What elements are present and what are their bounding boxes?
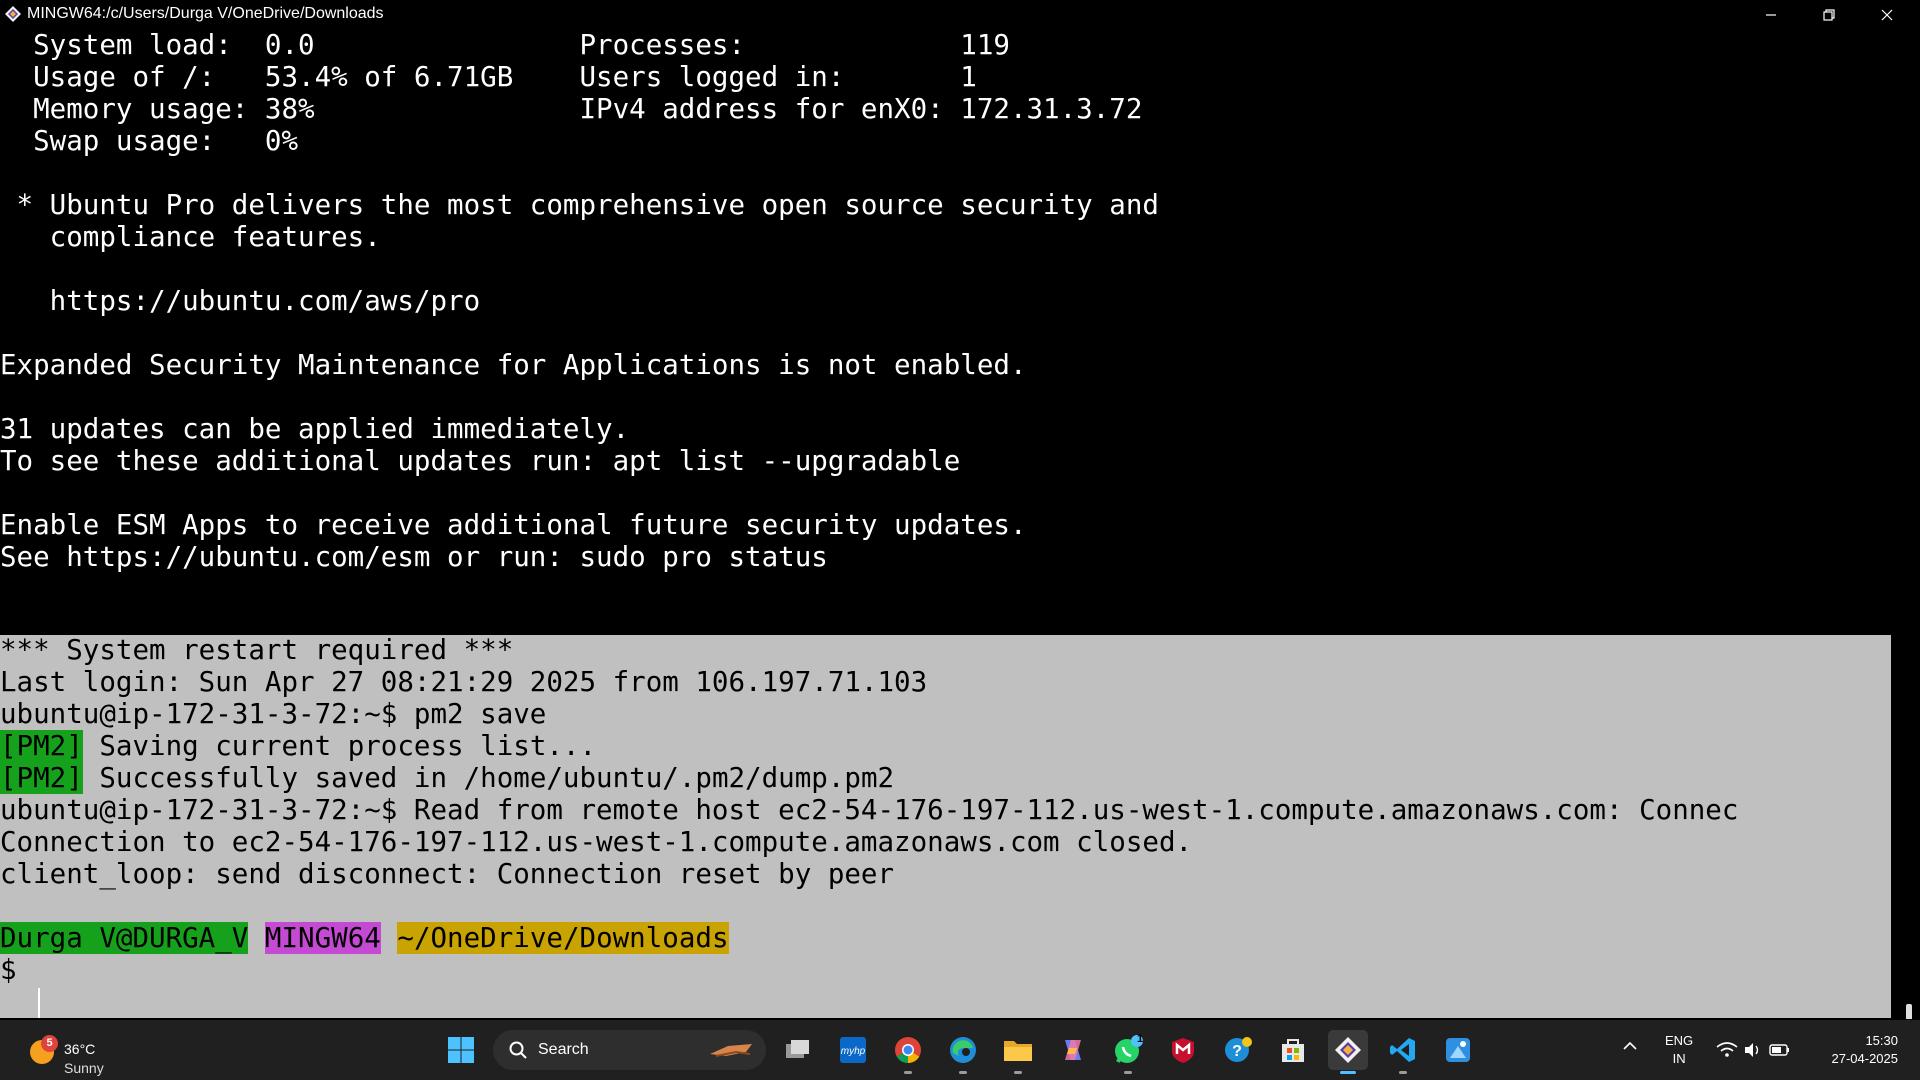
paint-icon [1446,1038,1470,1062]
svg-text:myhp: myhp [841,1046,866,1057]
restore-icon [1823,8,1835,21]
windows-logo-icon [448,1037,474,1063]
edge-icon [950,1037,976,1063]
sysinfo-line: System load: 0.0 Processes: 119 [0,29,1010,61]
taskbar-app-vscode[interactable] [1383,1030,1423,1074]
pm2-tag: [PM2] [0,762,83,794]
shell-prompt-header: Durga V@DURGA_V MINGW64 ~/OneDrive/Downl… [0,922,729,954]
pm2-save-command: ubuntu@ip-172-31-3-72:~$ pm2 save [0,698,547,730]
active-indicator [1340,1071,1356,1074]
prompt-system: MINGW64 [264,922,381,954]
taskbar-app-chrome[interactable] [888,1030,928,1074]
git-bash-icon [5,6,21,22]
task-view-icon [786,1040,809,1058]
taskbar-app-mcafee[interactable] [1163,1030,1203,1070]
start-button[interactable] [441,1030,481,1070]
taskbar: 5 36°C Sunny Search myhp 1 ? ENG IN 15:3… [0,1020,1920,1080]
pm2-tag: [PM2] [0,730,83,762]
close-button[interactable] [1858,0,1916,29]
weather-temperature: 36°C [64,1041,96,1057]
network-volume-battery-icons [1716,1042,1789,1057]
weather-badge: 5 [41,1035,58,1052]
folder-icon [1004,1041,1032,1061]
system-clock[interactable]: 15:30 27-04-2025 [1808,1032,1899,1068]
sysinfo-line: Memory usage: 38% IPv4 address for enX0:… [0,93,1143,125]
text-cursor [38,988,40,1018]
clock-date: 27-04-2025 [1831,1051,1899,1066]
title-bar: MINGW64:/c/Users/Durga V/OneDrive/Downlo… [0,0,1920,29]
whatsapp-badge: 1 [1137,1033,1144,1045]
store-icon [1282,1039,1304,1062]
region-code: IN [1672,1051,1686,1066]
task-view-button[interactable] [778,1030,818,1070]
ubuntu-pro-line: * Ubuntu Pro delivers the most comprehen… [0,189,1159,221]
updates-line: To see these additional updates run: apt… [0,445,961,477]
connection-closed-line: Connection to ec2-54-176-197-112.us-west… [0,826,1193,858]
prompt-symbol: $ [0,954,17,986]
window-title: MINGW64:/c/Users/Durga V/OneDrive/Downlo… [27,5,384,22]
mcafee-shield-icon [1172,1038,1194,1063]
running-indicator [1399,1071,1407,1074]
terminal-area[interactable]: System load: 0.0 Processes: 119 Usage of… [0,29,1920,1019]
minimize-icon [1766,13,1776,16]
esm-apps-line: See https://ubuntu.com/esm or run: sudo … [0,541,828,573]
clock-time: 15:30 [1865,1033,1898,1048]
taskbar-app-paint[interactable] [1438,1030,1478,1070]
language-code: ENG [1665,1033,1694,1048]
pm2-message: Successfully saved in /home/ubuntu/.pm2/… [82,762,895,794]
weather-widget[interactable]: 5 36°C Sunny [24,1029,124,1076]
taskbar-app-git-bash[interactable] [1328,1030,1368,1074]
taskbar-app-hp[interactable]: myhp [833,1030,873,1070]
search-box[interactable]: Search [493,1030,766,1070]
vscode-icon [1390,1038,1415,1062]
prompt-user: Durga V@DURGA_V [0,922,249,954]
last-login-line: Last login: Sun Apr 27 08:21:29 2025 fro… [0,666,928,698]
quick-settings[interactable] [1715,1040,1795,1065]
taskbar-app-edge[interactable] [943,1030,983,1074]
pm2-message: Saving current process list... [82,730,597,762]
sysinfo-line: Swap usage: 0% [0,125,299,157]
taskbar-app-get-help[interactable]: ? [1218,1030,1258,1070]
search-icon [509,1041,527,1059]
taskbar-app-file-explorer[interactable] [998,1030,1038,1074]
weather-condition: Sunny [64,1060,104,1076]
language-indicator[interactable]: ENG IN [1665,1032,1693,1068]
copilot-icon [1065,1040,1081,1060]
restart-required-line: *** System restart required *** [0,634,514,666]
restore-button[interactable] [1800,0,1858,29]
close-icon [1881,9,1893,20]
taskbar-app-whatsapp[interactable]: 1 [1108,1030,1148,1074]
remote-read-line: ubuntu@ip-172-31-3-72:~$ Read from remot… [0,794,1739,826]
hp-app-icon: myhp [840,1037,866,1063]
client-loop-line: client_loop: send disconnect: Connection… [0,858,895,890]
esm-status-line: Expanded Security Maintenance for Applic… [0,349,1027,381]
updates-line: 31 updates can be applied immediately. [0,413,630,445]
pm2-output-line: [PM2] Saving current process list... [0,730,596,762]
ubuntu-pro-link: https://ubuntu.com/aws/pro [0,285,481,317]
terminal-scrollbar[interactable] [1906,1004,1912,1019]
running-indicator [1014,1071,1022,1074]
minimize-button[interactable] [1742,0,1800,29]
help-icon: ? [1225,1037,1252,1062]
git-bash-icon [1335,1037,1361,1063]
pm2-output-line: [PM2] Successfully saved in /home/ubuntu… [0,762,894,794]
taskbar-app-copilot[interactable] [1053,1030,1093,1070]
sysinfo-line: Usage of /: 53.4% of 6.71GB Users logged… [0,61,977,93]
taskbar-app-store[interactable] [1273,1030,1313,1070]
running-indicator [904,1071,912,1074]
ubuntu-pro-line: compliance features. [0,221,381,253]
running-indicator [959,1071,967,1074]
chrome-icon [895,1037,921,1064]
svg-text:?: ? [1232,1043,1242,1060]
chevron-up-icon[interactable] [1622,1040,1638,1052]
search-label: Search [538,1041,589,1058]
prompt-directory: ~/OneDrive/Downloads [397,922,729,954]
search-highlight-icon [710,1044,752,1057]
running-indicator [1124,1071,1132,1074]
esm-apps-line: Enable ESM Apps to receive additional fu… [0,509,1027,541]
